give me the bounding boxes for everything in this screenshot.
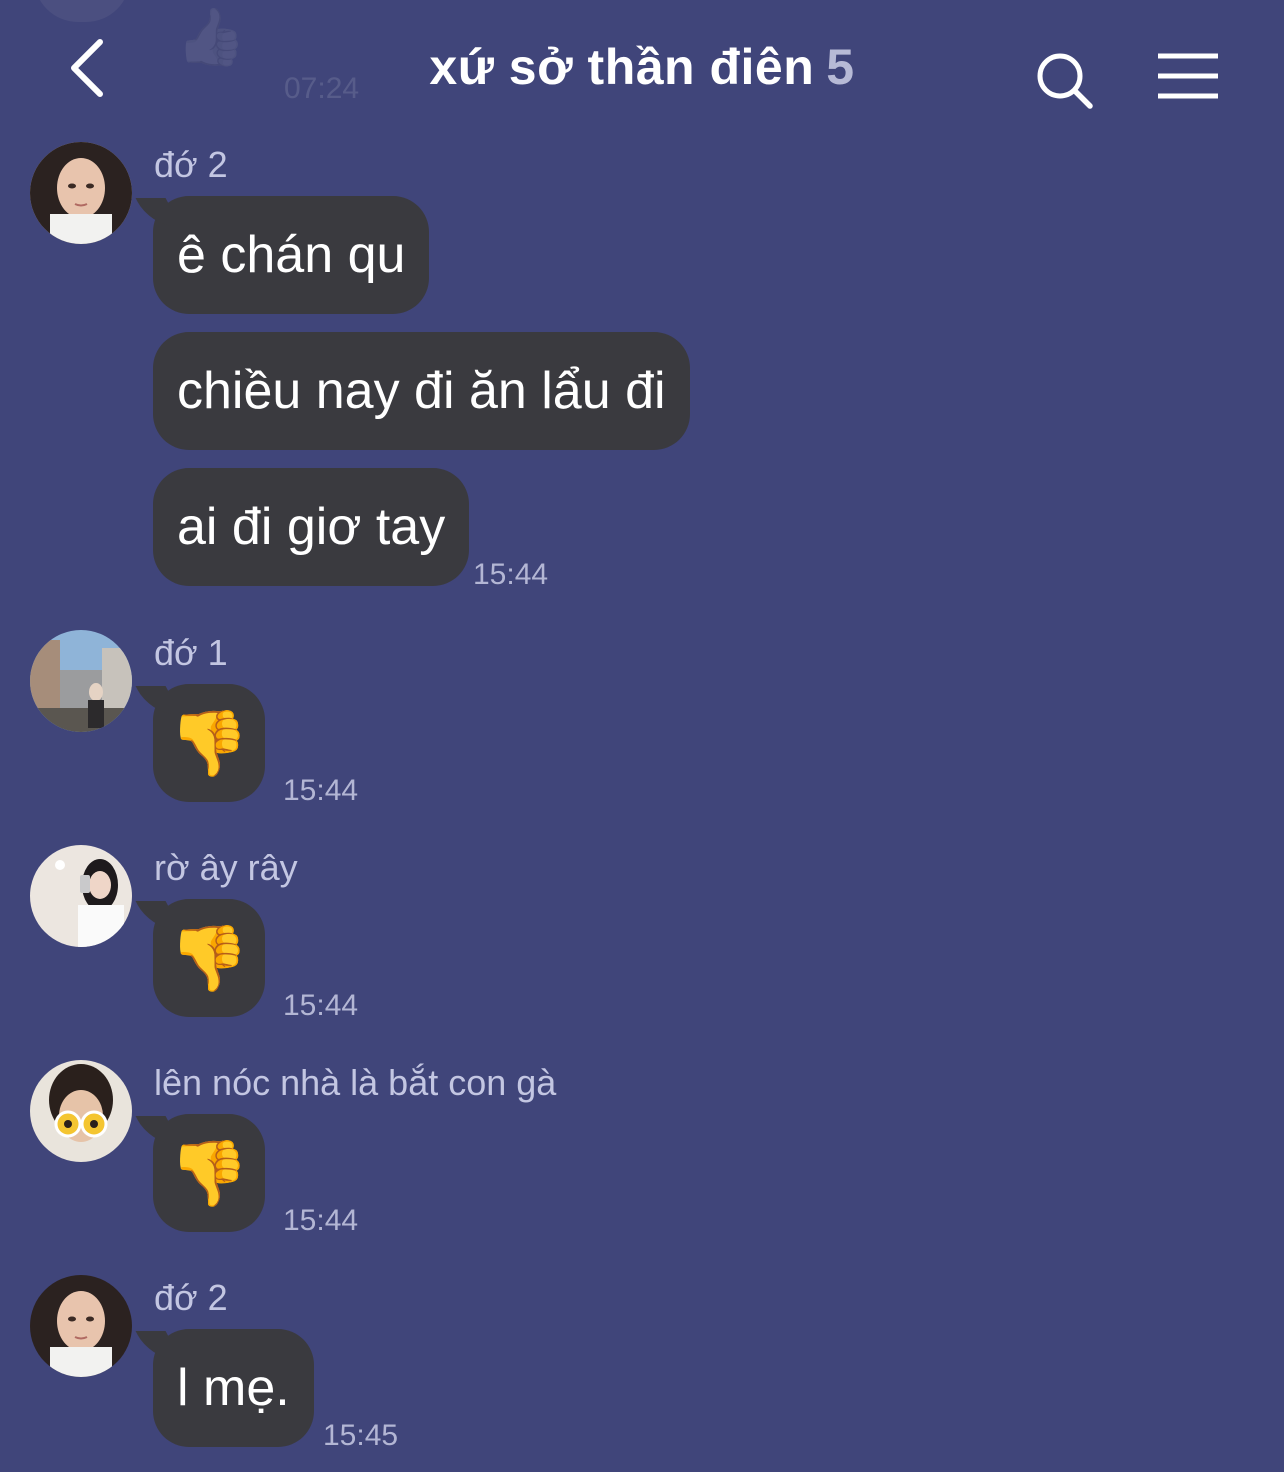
message-bubble[interactable]: ai đi giơ tay xyxy=(153,468,470,586)
message-time: 15:44 xyxy=(283,989,359,1022)
sender-name: đớ 2 xyxy=(154,1277,228,1318)
message-bubble[interactable]: ê chán qu xyxy=(153,196,430,314)
emoji-message[interactable]: 👎 xyxy=(153,1114,265,1232)
avatar-ro-ay-ray[interactable] xyxy=(30,845,132,947)
sender-name: đớ 1 xyxy=(154,632,228,673)
avatar-len-noc-nha[interactable] xyxy=(30,1060,132,1162)
sender-name: đớ 2 xyxy=(154,144,228,185)
menu-icon xyxy=(1158,53,1218,99)
message-time: 15:44 xyxy=(283,1204,359,1237)
message-bubble[interactable]: chiều nay đi ăn lẩu đi xyxy=(153,332,690,450)
avatar-do-2[interactable] xyxy=(30,142,132,244)
avatar-do-2[interactable] xyxy=(30,1275,132,1377)
search-icon xyxy=(1037,53,1093,109)
message-time: 15:45 xyxy=(323,1419,399,1452)
avatar-do-1[interactable] xyxy=(30,630,132,732)
sender-name: lên nóc nhà là bắt con gà xyxy=(154,1062,557,1103)
sender-name: rờ ây rây xyxy=(154,847,298,888)
message-time: 15:44 xyxy=(283,774,359,807)
emoji-message[interactable]: 👎 xyxy=(153,899,265,1017)
search-button[interactable] xyxy=(1032,48,1096,112)
message-time: 15:44 xyxy=(473,558,549,591)
member-count: 5 xyxy=(826,39,855,95)
group-name: xứ sở thần điên xyxy=(429,39,815,95)
emoji-message[interactable]: 👎 xyxy=(153,684,265,802)
chat-header: xứ sở thần điên 5 xyxy=(0,0,1284,130)
menu-button[interactable] xyxy=(1156,52,1220,102)
message-bubble[interactable]: l mẹ. xyxy=(153,1329,314,1447)
